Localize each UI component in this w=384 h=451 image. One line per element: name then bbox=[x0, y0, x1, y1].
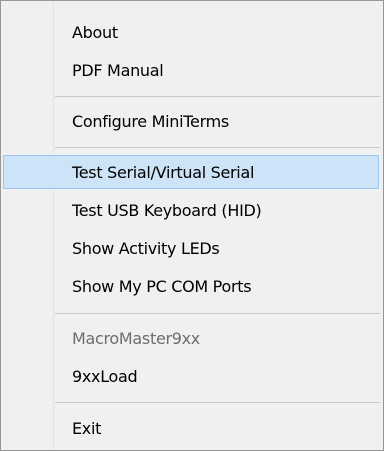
menu-item-about[interactable]: About bbox=[3, 15, 379, 49]
menu-item-exit[interactable]: Exit bbox=[3, 411, 379, 445]
menu-item-exit-label: Exit bbox=[72, 419, 102, 438]
menu-item-show-com-ports[interactable]: Show My PC COM Ports bbox=[3, 269, 379, 303]
menu-item-pdf-manual-label: PDF Manual bbox=[72, 61, 164, 80]
menu-item-test-usb-keyboard[interactable]: Test USB Keyboard (HID) bbox=[3, 193, 379, 227]
menu-item-9xxload-label: 9xxLoad bbox=[72, 367, 138, 386]
menu-item-about-label: About bbox=[72, 23, 118, 42]
menu-item-macromaster-label: MacroMaster9xx bbox=[72, 329, 200, 348]
menu-separator bbox=[55, 313, 380, 314]
menu-item-show-activity-leds-label: Show Activity LEDs bbox=[72, 239, 220, 258]
menu-item-macromaster: MacroMaster9xx bbox=[3, 321, 379, 355]
menu-separator bbox=[55, 96, 380, 97]
menu-item-test-serial-label: Test Serial/Virtual Serial bbox=[72, 163, 255, 182]
menu-item-9xxload[interactable]: 9xxLoad bbox=[3, 359, 379, 393]
menu-item-configure-miniterms[interactable]: Configure MiniTerms bbox=[3, 104, 379, 138]
menu-separator bbox=[55, 147, 380, 148]
menu-item-show-activity-leds[interactable]: Show Activity LEDs bbox=[3, 231, 379, 265]
menu-item-test-serial[interactable]: Test Serial/Virtual Serial bbox=[3, 155, 379, 189]
menu-item-show-com-ports-label: Show My PC COM Ports bbox=[72, 277, 252, 296]
context-menu: About PDF Manual Configure MiniTerms Tes… bbox=[0, 0, 384, 451]
menu-separator bbox=[55, 402, 380, 403]
menu-item-configure-miniterms-label: Configure MiniTerms bbox=[72, 112, 229, 131]
menu-item-pdf-manual[interactable]: PDF Manual bbox=[3, 53, 379, 87]
menu-item-test-usb-keyboard-label: Test USB Keyboard (HID) bbox=[72, 201, 262, 220]
